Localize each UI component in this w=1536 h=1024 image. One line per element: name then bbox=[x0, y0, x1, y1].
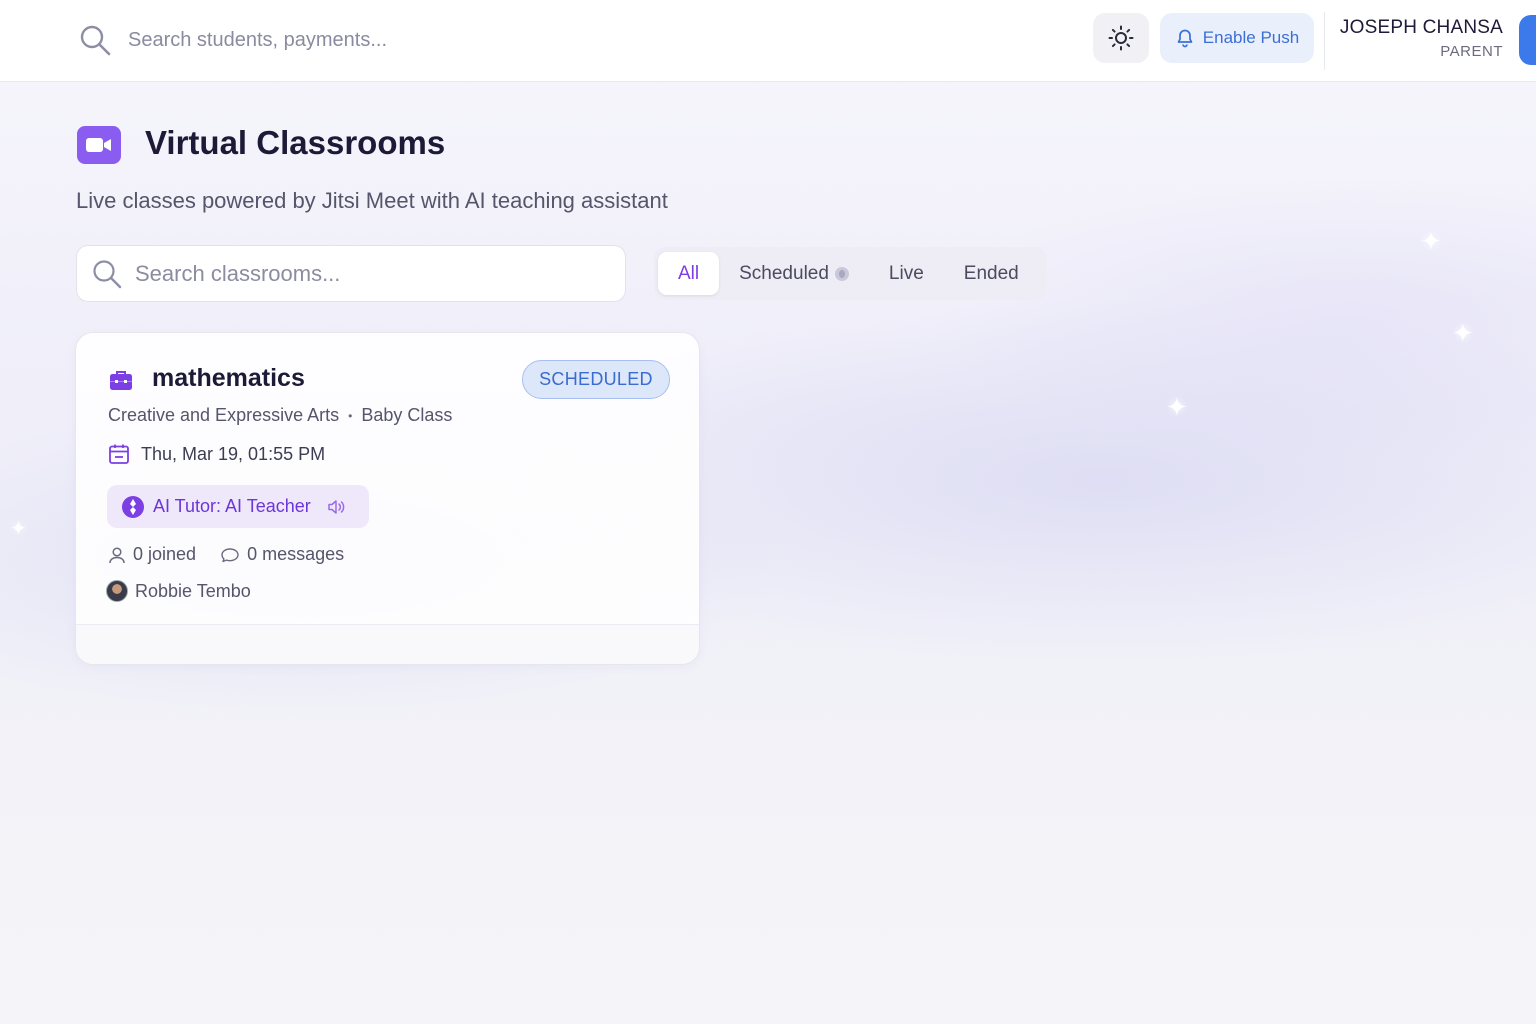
page-title: Virtual Classrooms bbox=[145, 124, 446, 161]
teacher-name: Robbie Tembo bbox=[135, 580, 251, 601]
enable-push-button[interactable]: Enable Push bbox=[1160, 13, 1314, 63]
user-name: JOSEPH CHANSA bbox=[1339, 17, 1503, 38]
status-filter-tabs: All Scheduled Live Ended bbox=[654, 247, 1047, 300]
video-camera-icon bbox=[77, 126, 121, 164]
sparkle-decoration: ✦ bbox=[1166, 392, 1188, 422]
top-bar: Enable Push JOSEPH CHANSA PARENT bbox=[0, 0, 1536, 82]
card-footer bbox=[76, 624, 699, 664]
tab-label: Scheduled bbox=[739, 262, 829, 284]
sun-icon bbox=[1108, 25, 1134, 51]
messages-stat: 0 messages bbox=[220, 544, 344, 565]
ai-tutor-label: AI Tutor: AI Teacher bbox=[153, 496, 311, 516]
tab-label: Ended bbox=[963, 262, 1019, 284]
tab-label: Live bbox=[888, 262, 924, 284]
datetime-text: Thu, Mar 19, 01:55 PM bbox=[141, 443, 326, 464]
search-icon bbox=[80, 25, 111, 56]
ai-tutor-icon bbox=[122, 495, 144, 518]
tab-scheduled[interactable]: Scheduled bbox=[719, 252, 869, 295]
calendar-icon bbox=[109, 444, 129, 464]
tab-live[interactable]: Live bbox=[869, 252, 944, 295]
user-icon bbox=[109, 546, 125, 563]
joined-stat: 0 joined bbox=[108, 544, 196, 565]
meta-separator: • bbox=[348, 408, 353, 423]
class-name: Baby Class bbox=[361, 405, 453, 425]
classroom-datetime: Thu, Mar 19, 01:55 PM bbox=[108, 443, 325, 465]
classroom-title: mathematics bbox=[152, 364, 305, 392]
global-search-input[interactable] bbox=[128, 28, 628, 52]
sparkle-decoration: ✦ bbox=[1452, 318, 1474, 348]
classroom-search[interactable] bbox=[76, 245, 626, 302]
subject-name: Creative and Expressive Arts bbox=[108, 405, 340, 425]
speaker-icon[interactable] bbox=[327, 498, 347, 516]
sparkle-decoration: ✦ bbox=[1420, 226, 1442, 256]
teacher-info: Robbie Tembo bbox=[106, 580, 251, 602]
status-dot-icon bbox=[834, 266, 849, 281]
global-search[interactable] bbox=[78, 20, 678, 60]
user-avatar-button[interactable] bbox=[1519, 15, 1536, 65]
classroom-stats: 0 joined 0 messages bbox=[108, 544, 368, 565]
ai-tutor-chip[interactable]: AI Tutor: AI Teacher bbox=[107, 485, 369, 528]
user-info[interactable]: JOSEPH CHANSA PARENT bbox=[1340, 17, 1503, 60]
joined-count: 0 joined bbox=[133, 544, 197, 564]
classroom-card[interactable]: mathematics SCHEDULED Creative and Expre… bbox=[75, 332, 700, 665]
briefcase-icon bbox=[110, 371, 132, 390]
chat-icon bbox=[221, 547, 239, 562]
sparkle-decoration: ✦ bbox=[10, 518, 27, 540]
header-divider bbox=[1324, 12, 1325, 70]
messages-count: 0 messages bbox=[247, 544, 345, 564]
enable-push-label: Enable Push bbox=[1202, 28, 1300, 47]
classroom-meta: Creative and Expressive Arts • Baby Clas… bbox=[108, 405, 452, 426]
tab-all[interactable]: All bbox=[658, 252, 720, 295]
user-role: PARENT bbox=[1440, 43, 1503, 60]
bell-icon bbox=[1177, 29, 1193, 48]
page-subtitle: Live classes powered by Jitsi Meet with … bbox=[76, 188, 668, 213]
theme-toggle-button[interactable] bbox=[1093, 13, 1149, 63]
status-badge: SCHEDULED bbox=[522, 360, 670, 399]
teacher-avatar bbox=[106, 580, 128, 602]
classroom-search-input[interactable] bbox=[135, 260, 605, 287]
tab-ended[interactable]: Ended bbox=[944, 252, 1039, 295]
tab-label: All bbox=[678, 262, 700, 284]
search-icon bbox=[93, 259, 122, 288]
